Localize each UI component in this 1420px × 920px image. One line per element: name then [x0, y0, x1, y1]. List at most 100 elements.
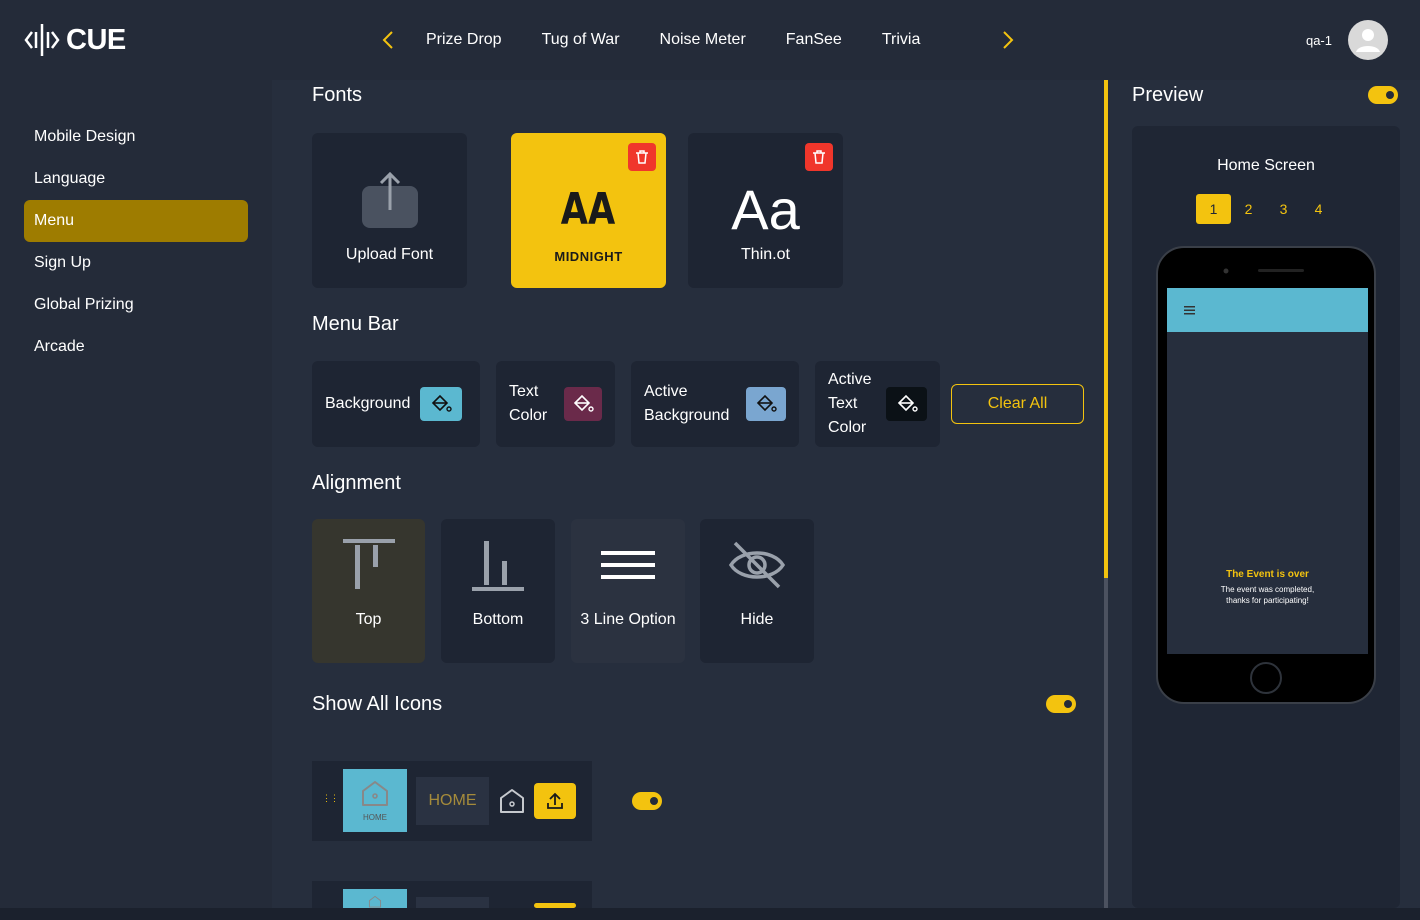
sidebar-item-label: Arcade — [34, 338, 85, 355]
sidebar-item-label: Global Prizing — [34, 296, 134, 313]
page-2[interactable]: 2 — [1231, 194, 1266, 224]
upload-icon — [547, 792, 563, 809]
text-color-swatch[interactable] — [564, 387, 602, 421]
tab-trivia[interactable]: Trivia — [862, 31, 941, 49]
user-name: qa-1 — [1305, 32, 1332, 48]
sidebar-item-label: Menu — [34, 212, 75, 229]
screen-label: Home Screen — [1217, 157, 1315, 174]
color-label: Text Color — [509, 383, 548, 424]
background-swatch[interactable] — [420, 387, 463, 421]
tab-prize-drop[interactable]: Prize Drop — [406, 31, 522, 49]
icon-row-toggle[interactable] — [632, 792, 662, 810]
color-label: Background — [325, 395, 411, 412]
preview-toggle[interactable] — [1368, 86, 1398, 104]
drag-handle-icon[interactable]: ⋮⋮ — [322, 794, 339, 803]
icon-row[interactable]: ⋮⋮ HOME HOME — [312, 761, 592, 841]
sidebar-item-menu[interactable]: Menu — [24, 200, 248, 242]
tab-tug-of-war[interactable]: Tug of War — [522, 31, 640, 49]
page-3[interactable]: 3 — [1266, 194, 1301, 224]
active-text-color-swatch[interactable] — [886, 387, 927, 421]
sidebar-item-mobile-design[interactable]: Mobile Design — [24, 116, 248, 158]
font-sample: Aa — [731, 178, 800, 241]
text-color-picker[interactable]: Text Color — [496, 361, 615, 447]
three-line-option[interactable]: 3 Line Option — [571, 519, 685, 663]
fonts-title: Fonts — [312, 84, 363, 106]
top-bar: CUE Prize Drop Tug of War Noise Meter Fa… — [0, 0, 1420, 80]
phone-menu-bar — [1167, 288, 1368, 332]
bottom-strip — [0, 908, 1420, 920]
main-content[interactable]: Fonts Upload Font AA MIDNIGHT Aa Thin.ot… — [272, 80, 1104, 908]
chevron-right-icon[interactable] — [996, 28, 1018, 52]
sidebar-item-global-prizing[interactable]: Global Prizing — [24, 284, 248, 326]
background-color-picker[interactable]: Background — [312, 361, 480, 447]
phone-mockup: The Event is over The event was complete… — [1156, 246, 1376, 704]
font-name: Thin.ot — [741, 246, 790, 263]
scrollbar-thumb[interactable] — [1104, 80, 1108, 578]
icon-preview[interactable] — [343, 889, 407, 908]
event-over-message: The Event is over The event was complete… — [1167, 569, 1368, 606]
icon-text-field[interactable] — [416, 897, 489, 908]
font-tile-thin[interactable]: Aa Thin.ot — [688, 133, 843, 288]
game-tabs: Prize Drop Tug of War Noise Meter FanSee… — [406, 0, 940, 80]
sidebar-item-label: Sign Up — [34, 254, 91, 271]
user-icon — [1356, 29, 1380, 52]
color-label: Active Background — [644, 383, 730, 424]
chevron-left-icon[interactable] — [378, 28, 400, 52]
phone-speaker-icon — [1223, 268, 1304, 274]
home-icon — [362, 781, 388, 806]
icon-row[interactable] — [312, 881, 592, 908]
font-sample: AA — [561, 184, 616, 235]
delete-font-button[interactable] — [628, 143, 656, 171]
icon-text-field[interactable]: HOME — [416, 777, 489, 825]
align-top-option[interactable]: Top — [312, 519, 425, 663]
page-1[interactable]: 1 — [1196, 194, 1231, 224]
event-over-title: The Event is over — [1226, 569, 1309, 580]
align-label: Hide — [740, 611, 774, 628]
sidebar-item-arcade[interactable]: Arcade — [24, 326, 248, 368]
preview-title: Preview — [1132, 84, 1204, 106]
page-4[interactable]: 4 — [1301, 194, 1336, 224]
sidebar: Mobile Design Language Menu Sign Up Glob… — [0, 80, 272, 908]
tab-noise-meter[interactable]: Noise Meter — [640, 31, 766, 49]
font-tile-midnight[interactable]: AA MIDNIGHT — [511, 133, 666, 288]
upload-icon — [361, 172, 418, 228]
active-text-color-picker[interactable]: Active Text Color — [815, 361, 940, 447]
eye-off-icon — [728, 541, 786, 589]
align-bottom-option[interactable]: Bottom — [441, 519, 555, 663]
upload-icon-button[interactable] — [534, 783, 576, 819]
sidebar-item-language[interactable]: Language — [24, 158, 248, 200]
phone-home-button — [1250, 662, 1282, 694]
avatar[interactable] — [1348, 20, 1388, 60]
icon-preview-label: HOME — [363, 813, 387, 822]
delete-font-button[interactable] — [805, 143, 833, 171]
home-icon[interactable] — [498, 787, 526, 815]
tab-fansee[interactable]: FanSee — [766, 31, 862, 49]
active-background-swatch[interactable] — [745, 387, 786, 421]
align-bottom-icon — [472, 541, 524, 591]
align-top-icon — [342, 539, 395, 589]
icon-preview[interactable]: HOME — [343, 769, 407, 832]
sidebar-item-sign-up[interactable]: Sign Up — [24, 242, 248, 284]
logo[interactable]: CUE — [24, 22, 126, 58]
show-all-icons-title: Show All Icons — [312, 693, 443, 715]
event-over-body: The event was completed, thanks for part… — [1220, 585, 1315, 605]
paint-bucket-icon — [432, 394, 453, 412]
align-label: 3 Line Option — [580, 611, 676, 628]
show-all-icons-toggle[interactable] — [1046, 695, 1076, 713]
page-selector: 1 2 3 4 — [1196, 194, 1336, 224]
clear-all-button[interactable]: Clear All — [951, 384, 1084, 424]
user-menu[interactable]: qa-1 — [1306, 20, 1388, 60]
sidebar-item-label: Language — [34, 170, 106, 187]
active-background-picker[interactable]: Active Background — [631, 361, 799, 447]
font-name: MIDNIGHT — [554, 249, 623, 264]
upload-font-button[interactable]: Upload Font — [312, 133, 467, 288]
upload-font-label: Upload Font — [345, 246, 434, 263]
hamburger-icon — [1184, 306, 1195, 315]
color-label: Active Text Color — [828, 371, 872, 436]
paint-bucket-icon — [756, 394, 777, 412]
alignment-title: Alignment — [312, 472, 401, 494]
trash-icon — [813, 150, 825, 164]
logo-icon — [24, 24, 60, 56]
home-icon — [368, 895, 382, 908]
hide-option[interactable]: Hide — [700, 519, 814, 663]
